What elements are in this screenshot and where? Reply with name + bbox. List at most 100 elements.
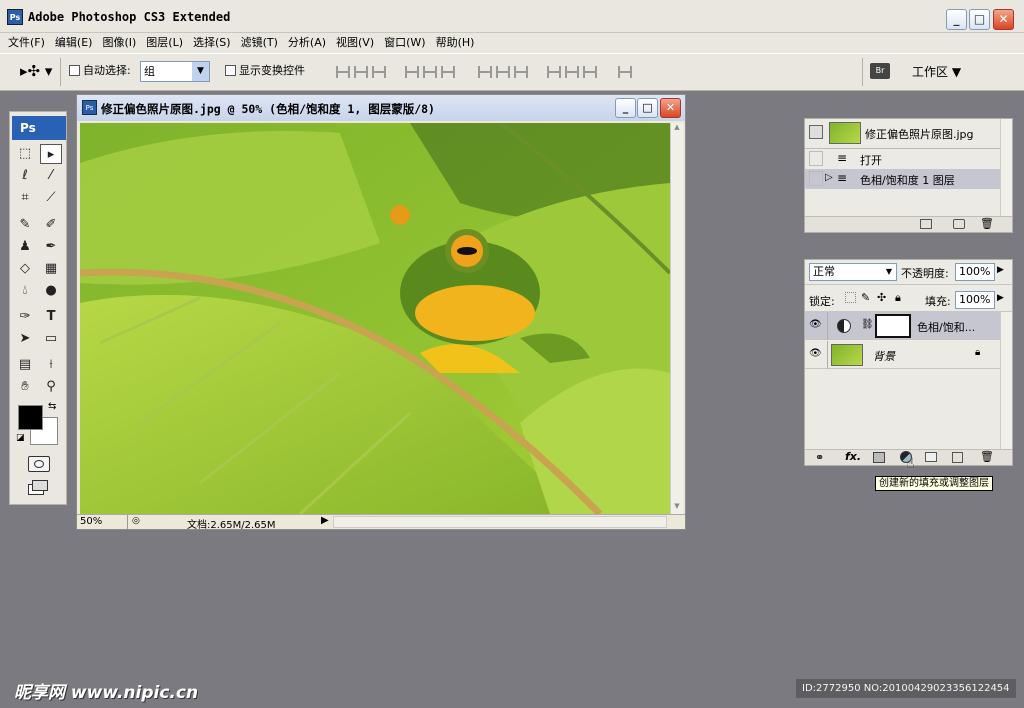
history-step-selected[interactable]: ▷ ≡ 色相/饱和度 1 图层 (805, 169, 1000, 189)
magic-wand-icon[interactable]: ⁄ (40, 166, 62, 186)
mask-link-icon[interactable]: ⛓︎ (861, 319, 874, 330)
dodge-tool-icon[interactable]: ● (40, 281, 62, 301)
show-transform-checkbox[interactable] (225, 64, 236, 76)
type-tool-icon[interactable]: T (40, 307, 62, 327)
layer-row-background[interactable]: 👁︎ 背景 🔒︎ (805, 341, 1000, 369)
align-bottom-icon[interactable] (372, 66, 386, 78)
layers-scrollbar[interactable] (1000, 312, 1012, 449)
crop-tool-icon[interactable]: ⌗ (14, 188, 36, 208)
fill-input[interactable]: 100% (955, 291, 995, 309)
lock-all-icon[interactable]: 🔒︎ (895, 291, 901, 305)
doc-maximize-button[interactable]: □ (637, 98, 658, 118)
history-scrollbar[interactable] (1000, 119, 1012, 216)
foreground-color-swatch[interactable] (18, 405, 43, 430)
align-top-icon[interactable] (336, 66, 350, 78)
zoom-tool-icon[interactable]: ⚲ (40, 377, 62, 397)
path-selection-icon[interactable]: ➤ (14, 329, 36, 349)
eraser-tool-icon[interactable]: ◇ (14, 259, 36, 279)
chevron-down-icon[interactable]: ▼ (882, 264, 896, 280)
notes-tool-icon[interactable]: ▤ (14, 355, 36, 375)
menu-filter[interactable]: 滤镜(T) (241, 33, 278, 53)
menu-edit[interactable]: 编辑(E) (55, 33, 93, 53)
new-document-from-state-icon[interactable] (920, 219, 932, 229)
menu-layer[interactable]: 图层(L) (146, 33, 183, 53)
move-tool-icon[interactable]: ▸ (40, 144, 62, 164)
history-step[interactable]: ≡ 打开 (805, 149, 1000, 169)
lock-pixels-icon[interactable]: ✎ (861, 291, 870, 304)
menu-window[interactable]: 窗口(W) (384, 33, 425, 53)
distribute-top-icon[interactable] (478, 66, 492, 78)
menu-select[interactable]: 选择(S) (193, 33, 231, 53)
blur-tool-icon[interactable]: 💧︎ (14, 281, 36, 301)
add-mask-icon[interactable] (873, 452, 885, 463)
scroll-up-icon[interactable]: ▲ (671, 123, 683, 135)
auto-select-dropdown[interactable]: 组 ▼ (140, 61, 210, 82)
distribute-left-icon[interactable] (547, 66, 561, 78)
menu-image[interactable]: 图像(I) (102, 33, 136, 53)
distribute-hcenter-icon[interactable] (565, 66, 579, 78)
blend-mode-dropdown[interactable]: 正常 ▼ (809, 263, 897, 281)
minimize-button[interactable]: _ (946, 9, 967, 30)
clone-stamp-icon[interactable]: ♟ (14, 237, 36, 257)
maximize-button[interactable]: □ (969, 9, 990, 30)
fill-arrow-icon[interactable]: ▶ (997, 293, 1004, 303)
layer-style-icon[interactable]: fx. (845, 450, 861, 463)
eye-icon[interactable]: 👁︎ (809, 319, 823, 331)
default-colors-icon[interactable]: ◪ (16, 433, 25, 443)
new-group-icon[interactable] (925, 452, 937, 462)
status-menu-arrow-icon[interactable]: ▶ (321, 515, 329, 526)
gradient-tool-icon[interactable]: ▦ (40, 259, 62, 279)
menu-view[interactable]: 视图(V) (336, 33, 374, 53)
slice-tool-icon[interactable]: ⟋ (40, 188, 62, 208)
doc-close-button[interactable]: ✕ (660, 98, 681, 118)
eye-icon[interactable]: 👁︎ (809, 348, 823, 360)
vertical-scrollbar[interactable]: ▲ ▼ (670, 123, 683, 514)
opacity-arrow-icon[interactable]: ▶ (997, 265, 1004, 275)
layer-mask-thumbnail[interactable] (875, 314, 911, 338)
lasso-tool-icon[interactable]: ℓ (14, 166, 36, 186)
marquee-tool-icon[interactable]: ⬚ (14, 144, 36, 164)
auto-select-checkbox[interactable] (69, 64, 80, 76)
hand-tool-icon[interactable]: ✋︎ (14, 377, 36, 397)
menu-analysis[interactable]: 分析(A) (288, 33, 326, 53)
horizontal-scrollbar[interactable] (333, 516, 667, 528)
screen-mode-icon[interactable] (28, 480, 50, 496)
lock-transparency-icon[interactable] (845, 292, 856, 303)
eyedropper-icon[interactable]: ⟊ (40, 355, 62, 375)
trash-icon[interactable]: 🗑︎ (980, 217, 994, 230)
bridge-icon[interactable]: Br (870, 63, 890, 79)
new-layer-icon[interactable] (952, 452, 963, 463)
doc-minimize-button[interactable]: _ (615, 98, 636, 118)
link-layers-icon[interactable]: ⚭ (815, 451, 824, 464)
history-brush-source-icon[interactable] (809, 125, 823, 139)
layer-row-adjustment[interactable]: 👁︎ ⛓︎ 色相/饱和... (805, 312, 1000, 340)
lock-position-icon[interactable]: ✣ (877, 291, 886, 304)
align-hcenter-icon[interactable] (423, 66, 437, 78)
distribute-right-icon[interactable] (583, 66, 597, 78)
align-vcenter-icon[interactable] (354, 66, 368, 78)
chevron-down-icon[interactable]: ▼ (192, 62, 209, 81)
menu-file[interactable]: 文件(F) (8, 33, 45, 53)
brush-tool-icon[interactable]: ✐ (40, 215, 62, 235)
create-snapshot-icon[interactable] (953, 219, 965, 229)
swap-colors-icon[interactable]: ⇆ (48, 401, 56, 412)
opacity-input[interactable]: 100% (955, 263, 995, 281)
quick-mask-icon[interactable] (28, 456, 50, 472)
pen-tool-icon[interactable]: ✑ (14, 307, 36, 327)
distribute-bottom-icon[interactable] (514, 66, 528, 78)
healing-brush-icon[interactable]: ✎ (14, 215, 36, 235)
scroll-down-icon[interactable]: ▼ (671, 502, 683, 514)
snapshot-name[interactable]: 修正偏色照片原图.jpg (865, 126, 974, 142)
image-canvas[interactable] (80, 123, 670, 514)
workspace-menu[interactable]: 工作区 ▼ (912, 63, 961, 80)
trash-icon[interactable]: 🗑︎ (980, 450, 994, 463)
status-options-icon[interactable]: ◎ (132, 516, 140, 526)
zoom-level[interactable]: 50% (80, 516, 102, 527)
history-checkbox[interactable] (809, 151, 823, 166)
close-button[interactable]: ✕ (993, 9, 1014, 30)
menu-help[interactable]: 帮助(H) (436, 33, 475, 53)
align-left-icon[interactable] (405, 66, 419, 78)
history-checkbox[interactable] (809, 171, 823, 186)
move-tool-preset-icon[interactable]: ▸✣ ▾ (20, 62, 52, 80)
shape-tool-icon[interactable]: ▭ (40, 329, 62, 349)
